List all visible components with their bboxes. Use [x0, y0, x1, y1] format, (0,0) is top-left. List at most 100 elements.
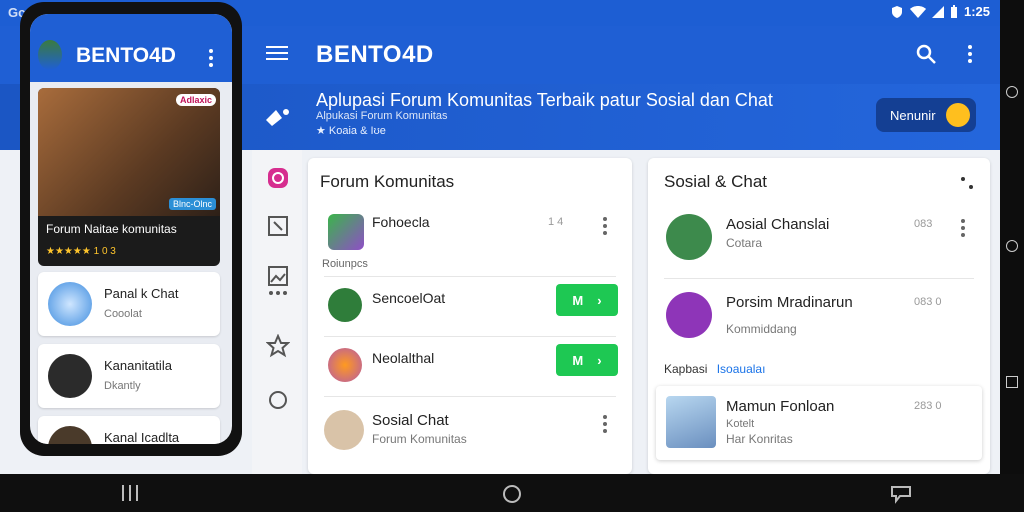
row-name: Sosial Chat	[372, 412, 449, 429]
row-meta: 283 0	[914, 400, 942, 412]
row-meta: 083	[914, 218, 933, 230]
forum-row[interactable]: SencoelOat M ›	[308, 278, 632, 338]
row-subtitle: Kotelt	[726, 418, 755, 430]
divider	[324, 336, 616, 337]
bookmark-icon[interactable]	[266, 214, 290, 238]
row-name: SencoelOat	[372, 290, 446, 306]
battery-icon	[950, 4, 957, 18]
home-icon[interactable]	[502, 484, 522, 504]
avatar	[666, 214, 712, 260]
row-meta: 1 4	[548, 216, 564, 228]
more-horizontal-icon[interactable]	[266, 288, 290, 298]
hero-badge: Adlaxic	[175, 94, 216, 106]
phone-app-bar: BENTO4D	[30, 14, 232, 82]
avatar	[48, 354, 92, 398]
row-more-icon[interactable]	[958, 216, 968, 237]
status-time: 1:25	[963, 4, 990, 19]
card-name: Kanal Icadlta	[104, 430, 180, 444]
card-name: Kananitatila	[104, 358, 172, 373]
expand-icon[interactable]	[960, 176, 974, 190]
thumbnail	[666, 396, 716, 448]
hero-caption: Forum Naitae komunitas	[46, 222, 177, 236]
avatar	[324, 410, 364, 450]
forum-row[interactable]: Fohoecla 1 4	[308, 202, 632, 262]
avatar	[328, 288, 362, 322]
phone-app-title: BENTO4D	[76, 44, 176, 67]
hero-card[interactable]: Adlaxic Blnc-Olnc Forum Naitae komunitas…	[38, 88, 220, 266]
recents-icon[interactable]	[120, 484, 140, 502]
hero-image	[38, 88, 220, 216]
recent-apps-icon[interactable]	[1006, 376, 1018, 388]
forum-title: Forum Komunitas	[320, 172, 455, 191]
phone-screen: BENTO4D Adlaxic Blnc-Olnc Forum Naitae k…	[30, 14, 232, 444]
search-icon[interactable]	[914, 42, 938, 66]
phone-device: BENTO4D Adlaxic Blnc-Olnc Forum Naitae k…	[20, 2, 242, 456]
star-icon[interactable]	[266, 334, 290, 358]
system-side-bar	[1000, 0, 1024, 512]
circle-nav-icon[interactable]	[1006, 86, 1018, 98]
banner-toggle-button[interactable]: Nenunir	[876, 98, 976, 132]
back-icon[interactable]	[890, 484, 914, 504]
row-more-icon[interactable]	[600, 214, 610, 235]
card-subtitle: Cooolat	[104, 308, 142, 320]
chevron-right-icon: ›	[597, 352, 602, 368]
wifi-icon	[909, 5, 926, 18]
forum-row[interactable]: Neolalthal M ›	[308, 338, 632, 398]
home-side-icon[interactable]	[1006, 240, 1018, 252]
avatar	[666, 292, 712, 338]
phone-list-card[interactable]: Panal k Chat Cooolat	[38, 272, 220, 336]
featured-chat-card[interactable]: Mamun Fonloan Kotelt Har Konritas 283 0	[656, 386, 982, 460]
image-icon[interactable]	[266, 264, 290, 288]
divider	[324, 396, 616, 397]
menu-icon[interactable]	[266, 42, 288, 64]
divider	[324, 276, 616, 277]
join-button-label: M	[572, 352, 584, 368]
navigation-rail	[252, 150, 302, 474]
section-label: Kapbasi	[664, 362, 708, 376]
row-name: Porsim Mradinarun	[726, 294, 853, 311]
phone-list-card[interactable]: Kanal Icadlta	[38, 416, 220, 444]
row-name: Neolalthal	[372, 350, 435, 366]
chevron-right-icon: ›	[597, 292, 602, 308]
join-button[interactable]: M ›	[556, 284, 618, 316]
social-row[interactable]: Aosial Chanslai Cotara 083	[648, 204, 990, 264]
row-subtitle-2: Har Konritas	[726, 432, 793, 446]
section-link[interactable]: Isoaualaı	[717, 362, 766, 376]
divider	[664, 278, 974, 279]
forum-row[interactable]: Sosial Chat Forum Komunitas	[308, 400, 632, 460]
status-icons: 1:25	[890, 4, 990, 19]
shield-icon	[891, 5, 902, 18]
row-name: Fohoecla	[372, 214, 430, 230]
banner-toggle-label: Nenunir	[890, 107, 936, 123]
app-icon	[328, 214, 364, 250]
circle-icon[interactable]	[266, 388, 290, 412]
card-subtitle: Dkantly	[104, 380, 141, 392]
row-subtitle: Kommiddang	[726, 322, 797, 336]
row-name: Aosial Chanslai	[726, 216, 830, 233]
social-card: Sosial & Chat Aosial Chanslai Cotara 083…	[648, 158, 990, 474]
avatar	[48, 426, 92, 444]
row-meta: 083 0	[914, 296, 942, 308]
avatar	[48, 282, 92, 326]
forum-section-label: Roiunpcs	[322, 258, 368, 270]
row-more-icon[interactable]	[600, 412, 610, 433]
more-options-icon[interactable]	[960, 42, 980, 66]
join-button-label: M	[572, 292, 584, 308]
hero-badge-secondary: Blnc-Olnc	[168, 198, 216, 210]
megaphone-icon	[266, 109, 289, 126]
social-section: Kapbasi Isoaualaı	[664, 362, 765, 376]
avatar	[328, 348, 362, 382]
instagram-icon[interactable]	[266, 166, 290, 190]
join-button[interactable]: M ›	[556, 344, 618, 376]
profile-avatar[interactable]	[38, 40, 62, 70]
toggle-knob	[946, 103, 970, 127]
phone-list-card[interactable]: Kananitatila Dkantly	[38, 344, 220, 408]
row-subtitle: Forum Komunitas	[372, 432, 467, 446]
more-options-icon[interactable]	[206, 46, 216, 67]
system-nav-bar	[0, 474, 1024, 512]
social-row[interactable]: Porsim Mradinarun Kommiddang 083 0	[648, 282, 990, 342]
hero-rating: ★★★★★ 1 0 3	[46, 246, 116, 257]
banner-subline: Alpukasi Forum Komunitas	[316, 110, 448, 122]
social-title: Sosial & Chat	[664, 172, 767, 191]
row-name: Mamun Fonloan	[726, 398, 835, 415]
